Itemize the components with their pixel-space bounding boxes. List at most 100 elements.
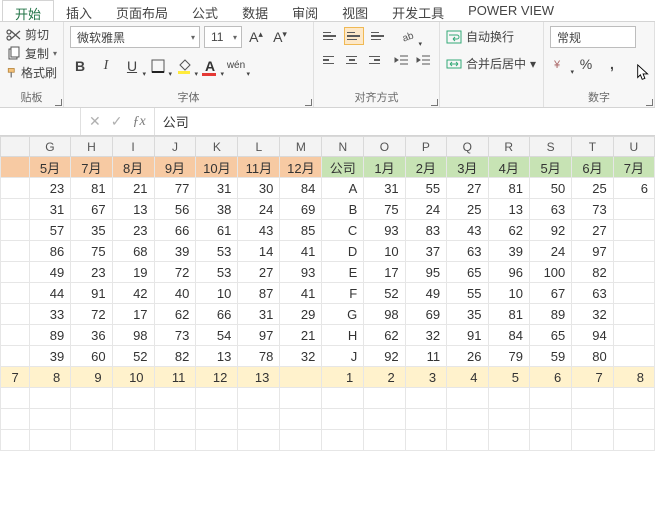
month-header-cell[interactable]: 7月 [613,157,654,178]
data-cell[interactable]: 19 [112,262,154,283]
data-cell[interactable]: 31 [196,178,238,199]
empty-cell[interactable] [154,430,196,451]
summary-cell[interactable]: 8 [29,367,70,388]
data-cell[interactable] [613,304,654,325]
data-cell[interactable]: 62 [154,304,196,325]
data-cell[interactable]: D [322,241,364,262]
format-painter-button[interactable]: 格式刷 [6,64,57,81]
data-cell[interactable]: 78 [238,346,280,367]
data-cell[interactable]: F [322,283,364,304]
empty-cell[interactable] [29,388,70,409]
data-cell[interactable]: H [322,325,364,346]
data-cell[interactable]: 68 [112,241,154,262]
data-cell[interactable]: 32 [280,346,322,367]
data-cell[interactable]: 50 [529,178,571,199]
data-cell[interactable]: 27 [238,262,280,283]
data-cell[interactable]: 75 [71,241,112,262]
data-cell[interactable]: 32 [405,325,446,346]
month-header-cell[interactable]: 4月 [488,157,529,178]
data-cell[interactable]: 59 [529,346,571,367]
data-cell[interactable]: 86 [29,241,70,262]
data-cell[interactable]: 62 [364,325,405,346]
data-cell[interactable]: 42 [112,283,154,304]
phonetic-button[interactable]: wén ▾ [226,56,246,76]
empty-cell[interactable] [154,409,196,430]
column-header[interactable]: J [154,137,196,157]
empty-cell[interactable] [529,388,571,409]
empty-cell[interactable] [613,409,654,430]
data-cell[interactable]: 95 [405,262,446,283]
data-cell[interactable]: 40 [154,283,196,304]
month-header-cell[interactable]: 3月 [447,157,488,178]
column-header[interactable]: O [364,137,405,157]
data-cell[interactable]: 10 [488,283,529,304]
increase-indent-button[interactable] [415,50,433,70]
data-cell[interactable]: 67 [529,283,571,304]
empty-cell[interactable] [29,409,70,430]
data-cell[interactable]: 52 [364,283,405,304]
data-cell[interactable]: 41 [280,241,322,262]
data-cell[interactable]: 29 [280,304,322,325]
data-cell[interactable]: 53 [196,241,238,262]
data-cell[interactable]: 87 [238,283,280,304]
column-header[interactable]: K [196,137,238,157]
data-cell[interactable]: 53 [196,262,238,283]
data-cell[interactable]: 82 [572,262,613,283]
increase-font-button[interactable]: A▴ [246,27,266,47]
month-header-cell[interactable]: 10月 [196,157,238,178]
data-cell[interactable]: 39 [29,346,70,367]
decrease-indent-button[interactable] [393,50,411,70]
summary-cell[interactable]: 10 [112,367,154,388]
empty-cell[interactable] [196,409,238,430]
empty-cell[interactable] [572,430,613,451]
data-cell[interactable]: 65 [529,325,571,346]
month-header-cell[interactable]: 8月 [112,157,154,178]
column-header[interactable]: R [488,137,529,157]
month-header-cell[interactable]: 11月 [238,157,280,178]
data-cell[interactable]: 39 [488,241,529,262]
data-cell[interactable]: 80 [572,346,613,367]
data-cell[interactable]: 26 [447,346,488,367]
data-cell[interactable] [613,262,654,283]
data-cell[interactable]: 98 [112,325,154,346]
cut-button[interactable]: 剪切 [6,26,57,43]
data-cell[interactable]: 31 [29,199,70,220]
month-header-cell[interactable]: 12月 [280,157,322,178]
data-cell[interactable]: 49 [405,283,446,304]
data-cell[interactable] [613,283,654,304]
font-size-combo[interactable]: 11 ▾ [204,26,242,48]
data-cell[interactable]: 17 [364,262,405,283]
data-cell[interactable]: A [322,178,364,199]
empty-cell[interactable] [447,409,488,430]
column-header[interactable]: N [322,137,364,157]
month-header-cell[interactable]: 6月 [572,157,613,178]
data-cell[interactable]: 83 [405,220,446,241]
data-cell[interactable]: 85 [280,220,322,241]
formula-input[interactable] [155,108,655,135]
border-button[interactable]: ▾ [148,56,168,76]
data-cell[interactable]: 24 [238,199,280,220]
cancel-formula-button[interactable]: ✕ [89,113,101,130]
data-cell[interactable]: 49 [29,262,70,283]
data-cell[interactable]: 23 [71,262,112,283]
data-cell[interactable]: 24 [405,199,446,220]
data-cell[interactable]: 54 [196,325,238,346]
data-cell[interactable]: 65 [447,262,488,283]
data-cell[interactable]: 38 [196,199,238,220]
empty-cell[interactable] [71,388,112,409]
data-cell[interactable]: 84 [488,325,529,346]
orientation-button[interactable]: ab ▾ [398,26,418,46]
data-cell[interactable]: 93 [280,262,322,283]
data-cell[interactable]: 23 [112,220,154,241]
column-header[interactable]: Q [447,137,488,157]
align-left-button[interactable] [320,51,338,69]
data-cell[interactable]: 100 [529,262,571,283]
empty-cell[interactable] [1,388,30,409]
empty-cell[interactable] [572,409,613,430]
font-color-button[interactable]: A ▾ [200,56,220,76]
data-cell[interactable]: 27 [572,220,613,241]
empty-cell[interactable] [405,430,446,451]
empty-cell[interactable] [322,388,364,409]
empty-cell[interactable] [154,388,196,409]
column-header[interactable]: L [238,137,280,157]
